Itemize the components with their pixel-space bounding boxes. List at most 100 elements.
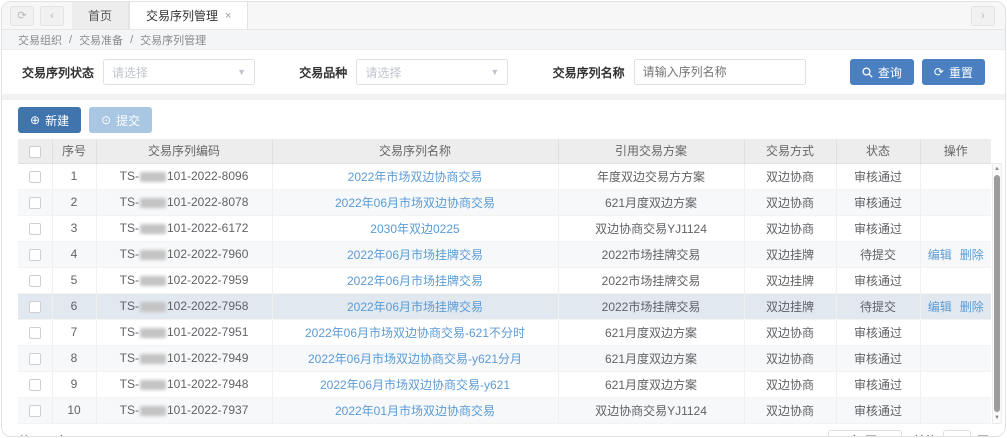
code-prefix: TS-	[120, 377, 139, 391]
scrollbar-thumb[interactable]	[994, 175, 1000, 412]
row-checkbox[interactable]	[29, 301, 41, 313]
sequence-name-link[interactable]: 2022年市场双边协商交易	[348, 170, 483, 184]
table-scrollbar[interactable]: ▲ ▼	[992, 163, 1002, 424]
sequence-name-link[interactable]: 2022年06月市场挂牌交易	[347, 300, 483, 314]
page-number[interactable]: 6	[743, 434, 755, 438]
code-prefix: TS-	[120, 247, 139, 261]
select-all-checkbox[interactable]	[29, 146, 41, 158]
page-number[interactable]: 5	[720, 434, 732, 438]
row-checkbox-cell	[18, 371, 52, 397]
table-toolbar: ⊕ 新建 ⊙ 提交	[2, 100, 1005, 139]
table-row: 7TS-101-2022-79512022年06月市场双边协商交易-621不分时…	[18, 319, 991, 345]
scroll-down-icon[interactable]: ▼	[994, 413, 1000, 423]
page-number[interactable]: 4	[697, 434, 709, 438]
breadcrumb-item[interactable]: 交易准备	[79, 32, 123, 48]
sequence-name-link[interactable]: 2022年06月市场挂牌交易	[347, 248, 483, 262]
tab-scroll-right-icon[interactable]: ›	[971, 6, 995, 26]
row-actions	[920, 371, 991, 397]
breadcrumb-item[interactable]: 交易组织	[18, 32, 62, 48]
reset-button[interactable]: ⟳ 重置	[922, 59, 985, 85]
close-icon[interactable]: ×	[225, 10, 231, 22]
row-checkbox[interactable]	[29, 249, 41, 261]
sequence-name-link[interactable]: 2022年06月市场双边协商交易-y621分月	[308, 352, 522, 366]
jump-page-input[interactable]	[943, 430, 971, 438]
referenced-plan: 621月度双边方案	[558, 345, 744, 371]
page-number[interactable]: 13	[789, 434, 802, 438]
column-header: 状态	[836, 139, 920, 163]
code-prefix: TS-	[120, 169, 139, 183]
page-number[interactable]: 3	[674, 434, 686, 438]
tab-交易序列管理[interactable]: 交易序列管理×	[129, 2, 248, 29]
sequence-code: TS-101-2022-7937	[96, 397, 272, 423]
sequence-code: TS-101-2022-7948	[96, 371, 272, 397]
row-checkbox[interactable]	[29, 197, 41, 209]
row-checkbox[interactable]	[29, 353, 41, 365]
code-suffix: 101-2022-8078	[167, 195, 248, 209]
sequence-name-cell: 2022年市场双边协商交易	[272, 163, 558, 189]
refresh-icon[interactable]: ⟳	[10, 6, 34, 26]
table-header-row: 序号 交易序列编码 交易序列名称 引用交易方案 交易方式 状态 操作	[18, 139, 991, 163]
breadcrumb-item[interactable]: 交易序列管理	[140, 32, 206, 48]
filter-bar: 交易序列状态 请选择 ▼ 交易品种 请选择 ▼ 交易序列名称 查询	[2, 50, 1005, 100]
row-checkbox[interactable]	[29, 275, 41, 287]
column-header: 引用交易方案	[558, 139, 744, 163]
reset-button-label: 重置	[949, 64, 973, 81]
delete-link[interactable]: 删除	[960, 248, 984, 262]
table-row: 2TS-101-2022-80782022年06月市场双边协商交易621月度双边…	[18, 189, 991, 215]
edit-link[interactable]: 编辑	[928, 248, 952, 262]
sequence-name-link[interactable]: 2022年01月市场双边协商交易	[335, 404, 495, 418]
row-checkbox[interactable]	[29, 327, 41, 339]
status-text: 待提交	[836, 241, 920, 267]
sequence-code: TS-102-2022-7958	[96, 293, 272, 319]
status-select[interactable]: 请选择 ▼	[103, 59, 255, 85]
sequence-name-link[interactable]: 2030年双边0225	[370, 222, 459, 236]
variety-select[interactable]: 请选择 ▼	[356, 59, 508, 85]
trade-mode: 双边协商	[744, 397, 836, 423]
row-index: 9	[52, 371, 96, 397]
variety-select-placeholder: 请选择	[365, 64, 401, 81]
code-suffix: 102-2022-7960	[167, 247, 248, 261]
code-suffix: 101-2022-6172	[167, 221, 248, 235]
code-suffix: 101-2022-7937	[167, 403, 248, 417]
prev-page-icon[interactable]: ‹	[614, 435, 618, 438]
code-prefix: TS-	[120, 221, 139, 235]
trade-mode: 双边挂牌	[744, 267, 836, 293]
jump-unit-label: 页	[977, 432, 989, 437]
sequence-name-link[interactable]: 2022年06月市场双边协商交易-y621	[320, 378, 510, 392]
code-redacted-blur	[140, 198, 166, 208]
breadcrumb: 交易组织/交易准备/交易序列管理	[2, 30, 1005, 50]
trade-mode: 双边协商	[744, 371, 836, 397]
sequence-code: TS-101-2022-8078	[96, 189, 272, 215]
plus-circle-icon: ⊕	[30, 114, 40, 126]
row-actions: 编辑删除	[920, 293, 991, 319]
next-page-icon[interactable]: ›	[814, 435, 818, 438]
tab-scroll-left-icon[interactable]: ‹	[40, 6, 64, 26]
row-checkbox[interactable]	[29, 223, 41, 235]
code-suffix: 101-2022-8096	[167, 169, 248, 183]
status-filter-label: 交易序列状态	[22, 64, 94, 81]
page-number[interactable]: 2	[651, 434, 663, 438]
row-checkbox-cell	[18, 189, 52, 215]
edit-link[interactable]: 编辑	[928, 300, 952, 314]
sequence-name-input[interactable]	[634, 59, 806, 85]
page-size-select[interactable]: 10条/页 ▼	[828, 430, 902, 438]
search-button[interactable]: 查询	[850, 59, 914, 85]
tab-首页[interactable]: 首页	[72, 2, 129, 29]
trade-mode: 双边协商	[744, 345, 836, 371]
row-checkbox[interactable]	[29, 379, 41, 391]
row-checkbox[interactable]	[29, 171, 41, 183]
sequence-code: TS-101-2022-7949	[96, 345, 272, 371]
delete-link[interactable]: 删除	[960, 300, 984, 314]
sequence-name-link[interactable]: 2022年06月市场挂牌交易	[347, 274, 483, 288]
row-checkbox[interactable]	[29, 405, 41, 417]
row-actions	[920, 163, 991, 189]
create-button[interactable]: ⊕ 新建	[18, 107, 81, 133]
sequence-name-link[interactable]: 2022年06月市场双边协商交易	[335, 196, 495, 210]
code-prefix: TS-	[120, 273, 139, 287]
scroll-up-icon[interactable]: ▲	[994, 164, 1000, 174]
page-number[interactable]: 1	[628, 434, 640, 438]
submit-button[interactable]: ⊙ 提交	[89, 107, 152, 133]
sequence-name-link[interactable]: 2022年06月市场双边协商交易-621不分时	[305, 326, 525, 340]
referenced-plan: 2022市场挂牌交易	[558, 267, 744, 293]
code-redacted-blur	[140, 406, 166, 416]
